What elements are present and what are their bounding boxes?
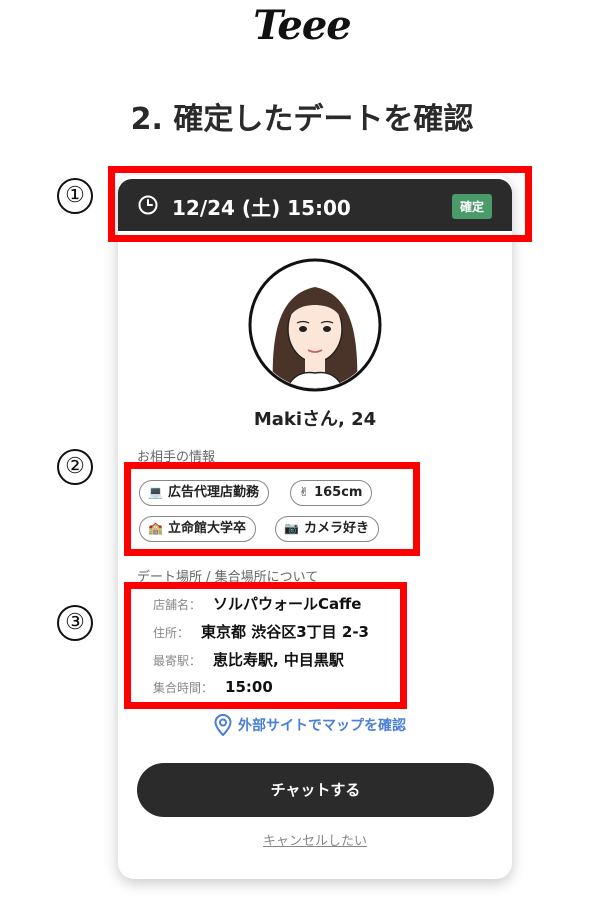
step-title: 2. 確定したデートを確認 [130, 102, 474, 137]
meeting-place-label: デート場所 / 集合場所について [137, 570, 319, 585]
map-pin-icon [214, 714, 232, 736]
annotation-marker-2: ② [57, 449, 93, 485]
camera-icon: 📷 [284, 521, 299, 535]
laptop-icon: 💻 [148, 485, 163, 499]
partner-info-label: お相手の情報 [137, 450, 216, 465]
tag-education: 🏫 立命館大学卒 [139, 516, 256, 542]
profile-name: Makiさん, 24 [253, 409, 377, 430]
chat-button[interactable]: チャットする [137, 763, 494, 817]
info-row-station: 最寄駅： 恵比寿駅, 中目黒駅 [153, 651, 344, 669]
info-row-address: 住所： 東京都 渋谷区3丁目 2-3 [153, 623, 369, 641]
tag-hobby: 📷 カメラ好き [275, 516, 379, 542]
map-link-label: 外部サイトでマップを確認 [238, 718, 406, 734]
map-link[interactable]: 外部サイトでマップを確認 [214, 714, 406, 738]
annotation-marker-1: ① [57, 178, 93, 214]
avatar [248, 258, 382, 392]
annotation-marker-3: ③ [57, 605, 93, 641]
victory-hand-icon: ✌ [299, 485, 310, 499]
info-row-meeting-time: 集合時間： 15:00 [153, 678, 273, 696]
tag-occupation: 💻 広告代理店勤務 [139, 480, 269, 506]
school-icon: 🏫 [148, 521, 163, 535]
annotation-box-1 [108, 166, 532, 242]
tag-height: ✌ 165cm [290, 480, 373, 506]
info-row-shop: 店舗名： ソルパウォールCaffe [153, 595, 362, 613]
cancel-link[interactable]: キャンセルしたい [0, 830, 604, 849]
app-logo: Teee [253, 2, 352, 49]
